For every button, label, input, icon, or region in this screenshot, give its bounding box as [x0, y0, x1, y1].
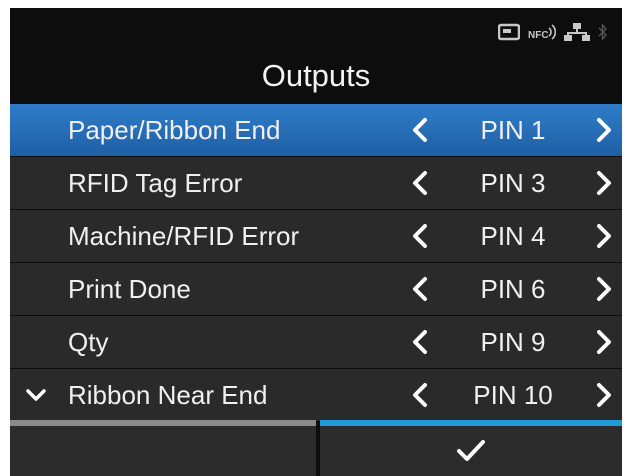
- chevron-right-icon[interactable]: [594, 223, 614, 249]
- list-item-value: PIN 1: [480, 115, 546, 145]
- nfc-label: NFC: [528, 30, 549, 41]
- page-title: Outputs: [261, 58, 371, 93]
- chevron-left-icon[interactable]: [410, 223, 430, 249]
- chevron-down-icon[interactable]: [24, 383, 48, 407]
- list-item-value: PIN 3: [480, 168, 546, 198]
- list-item-label: RFID Tag Error: [68, 168, 243, 198]
- list-item-rfid-tag-error[interactable]: RFID Tag Error PIN 3: [10, 157, 622, 209]
- list-item-print-done[interactable]: Print Done PIN 6: [10, 263, 622, 315]
- status-bar: NFC: [498, 18, 608, 46]
- confirm-softkey-indicator: [320, 420, 622, 426]
- list-item-label: Machine/RFID Error: [68, 221, 300, 251]
- softkey-bar: [10, 420, 622, 476]
- card-reader-icon: [498, 23, 520, 41]
- confirm-softkey[interactable]: [320, 420, 622, 476]
- list-item-value: PIN 9: [480, 327, 546, 357]
- list-item-qty[interactable]: Qty PIN 9: [10, 316, 622, 368]
- chevron-left-icon[interactable]: [410, 170, 430, 196]
- chevron-left-icon[interactable]: [410, 276, 430, 302]
- list-item-label: Qty: [68, 327, 109, 357]
- list-item-value: PIN 4: [480, 221, 546, 251]
- chevron-right-icon[interactable]: [594, 276, 614, 302]
- list-item-value: PIN 6: [480, 274, 546, 304]
- bluetooth-icon: [598, 22, 608, 42]
- nfc-icon: NFC: [528, 23, 556, 41]
- chevron-right-icon[interactable]: [594, 382, 614, 408]
- list-item-label: Ribbon Near End: [68, 380, 268, 410]
- network-icon: [564, 22, 590, 42]
- list-item-label: Paper/Ribbon End: [68, 115, 281, 145]
- chevron-left-icon[interactable]: [410, 382, 430, 408]
- cancel-softkey[interactable]: [10, 420, 316, 476]
- chevron-right-icon[interactable]: [594, 329, 614, 355]
- chevron-right-icon[interactable]: [594, 170, 614, 196]
- list-item-ribbon-near-end[interactable]: Ribbon Near End PIN 10: [10, 369, 622, 421]
- cancel-softkey-indicator: [10, 420, 316, 426]
- list-item-label: Print Done: [68, 274, 191, 304]
- outputs-list: Paper/Ribbon End PIN 1 RFID Tag Error PI…: [10, 104, 622, 422]
- check-icon: [457, 440, 485, 461]
- chevron-left-icon[interactable]: [410, 329, 430, 355]
- list-item-machine-rfid-error[interactable]: Machine/RFID Error PIN 4: [10, 210, 622, 262]
- chevron-left-icon[interactable]: [410, 117, 430, 143]
- printer-screen: NFC Outputs Paper/Ribbon End PIN 1 RFID …: [10, 8, 622, 476]
- list-item-value: PIN 10: [473, 380, 553, 410]
- list-item-paper-ribbon-end[interactable]: Paper/Ribbon End PIN 1: [10, 104, 622, 156]
- chevron-right-icon[interactable]: [594, 117, 614, 143]
